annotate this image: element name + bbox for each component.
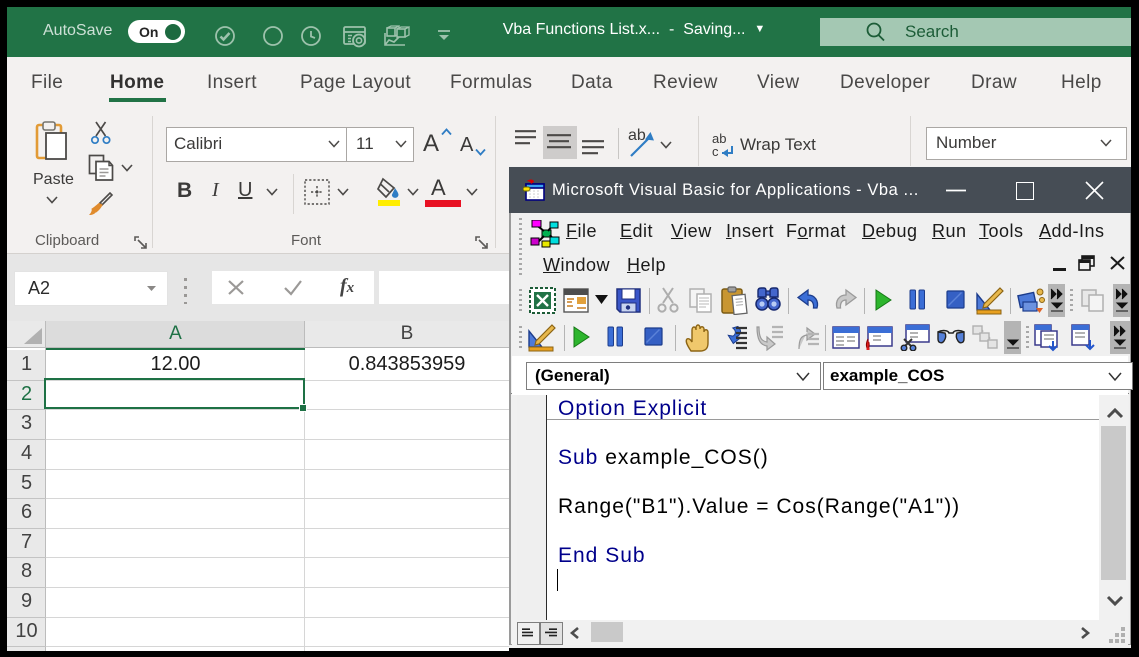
svg-text:c: c <box>712 144 719 159</box>
svg-text:ab: ab <box>628 127 646 144</box>
